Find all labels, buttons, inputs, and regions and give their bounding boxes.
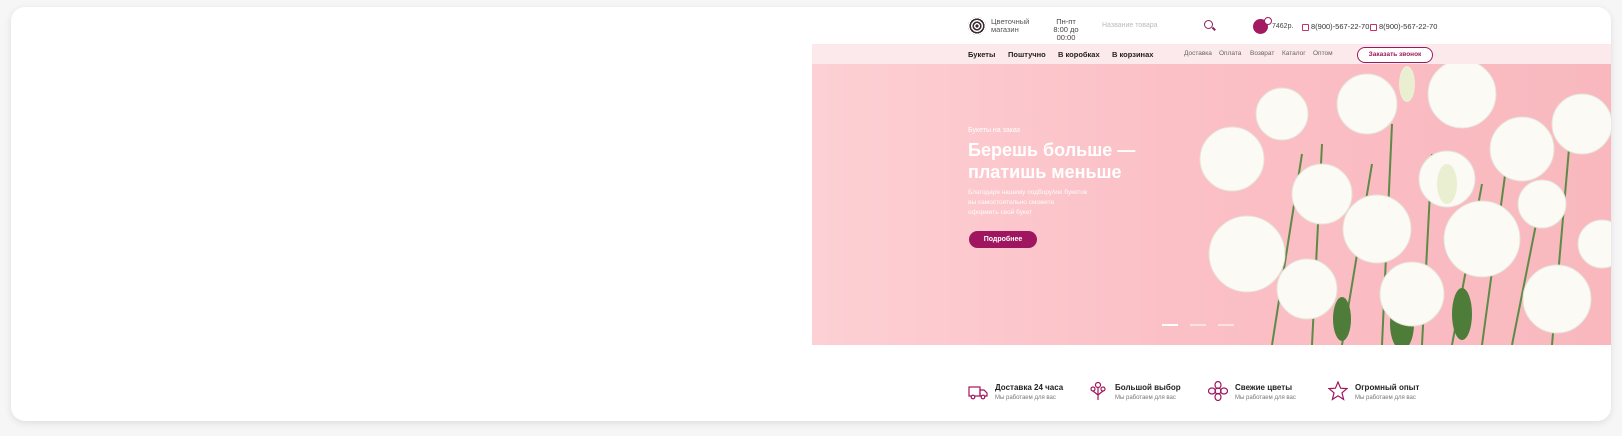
phone-icon: [1370, 23, 1377, 31]
phone-number: 8(900)-567-22-70: [1379, 22, 1438, 31]
phone-icon: [1302, 23, 1309, 31]
feature-title: Свежие цветы: [1235, 383, 1293, 392]
working-hours: Пн-пт 8:00 до 00:00: [1044, 18, 1088, 42]
feature-subtitle: Мы работаем для вас: [995, 395, 1056, 401]
cart-badge: [1264, 17, 1272, 25]
more-button[interactable]: Подробнее: [969, 231, 1037, 248]
flower-icon: [1208, 381, 1228, 401]
hero-title: Берешь больше — платишь меньше: [968, 139, 1208, 183]
hero-description: Благодаря нашему подбору/ию букетов вы с…: [968, 188, 1128, 218]
slider-dot[interactable]: [1190, 324, 1206, 326]
navigation-bar: Букеты Поштучно В коробках В корзинах До…: [812, 44, 1611, 64]
nav-wholesale[interactable]: Оптом: [1313, 50, 1333, 57]
phone-1[interactable]: 8(900)-567-22-70: [1302, 22, 1369, 31]
nav-return[interactable]: Возврат: [1250, 50, 1274, 57]
logo-icon[interactable]: [968, 17, 986, 35]
slider-dot[interactable]: [1162, 324, 1178, 326]
feature-title: Доставка 24 часа: [995, 383, 1064, 392]
nav-single[interactable]: Поштучно: [1008, 50, 1046, 59]
nav-delivery[interactable]: Доставка: [1184, 50, 1212, 57]
cart-price[interactable]: 7462р.: [1272, 23, 1293, 30]
truck-icon: [968, 386, 988, 400]
hero-title-line: Берешь больше —: [968, 140, 1136, 160]
search-input[interactable]: Название товара: [1102, 22, 1158, 29]
phone-number: 8(900)-567-22-70: [1311, 22, 1370, 31]
nav-baskets[interactable]: В корзинах: [1112, 50, 1153, 59]
hero-banner: Букеты на заказ Берешь больше — платишь …: [812, 64, 1611, 345]
features-section: Доставка 24 часа Мы работаем для вас Бол…: [812, 345, 1611, 421]
flowers-image: [1199, 64, 1611, 345]
feature-subtitle: Мы работаем для вас: [1115, 395, 1176, 401]
feature-subtitle: Мы работаем для вас: [1235, 395, 1296, 401]
nav-boxes[interactable]: В коробках: [1058, 50, 1100, 59]
hero-text-line: оформить свой букет: [968, 209, 1033, 216]
header: Цветочный магазин Пн-пт 8:00 до 00:00 На…: [812, 7, 1611, 45]
hero-text-line: Благодаря нашему подбору/ию букетов: [968, 189, 1088, 196]
bouquet-icon: [1090, 381, 1106, 400]
website: Цветочный магазин Пн-пт 8:00 до 00:00 На…: [812, 7, 1611, 421]
feature-title: Большой выбор: [1115, 383, 1181, 392]
nav-bouquets[interactable]: Букеты: [968, 50, 995, 59]
nav-catalog[interactable]: Каталог: [1282, 50, 1306, 57]
star-icon: [1328, 381, 1348, 401]
search-icon[interactable]: [1204, 20, 1213, 29]
hero-title-line: платишь меньше: [968, 162, 1122, 182]
feature-subtitle: Мы работаем для вас: [1355, 395, 1416, 401]
phone-2[interactable]: 8(900)-567-22-70: [1370, 22, 1437, 31]
hero-eyebrow: Букеты на заказ: [968, 127, 1020, 134]
callback-button[interactable]: Заказать звонок: [1357, 47, 1433, 63]
hero-text-line: вы самостоятельно сможете: [968, 199, 1055, 206]
nav-payment[interactable]: Оплата: [1219, 50, 1241, 57]
slider-dot[interactable]: [1218, 324, 1234, 326]
hours-time: 8:00 до 00:00: [1053, 25, 1079, 42]
screenshot-card: Цветочный магазин Пн-пт 8:00 до 00:00 На…: [11, 7, 1611, 421]
feature-title: Огромный опыт: [1355, 383, 1420, 392]
logo-text[interactable]: Цветочный магазин: [991, 18, 1031, 34]
